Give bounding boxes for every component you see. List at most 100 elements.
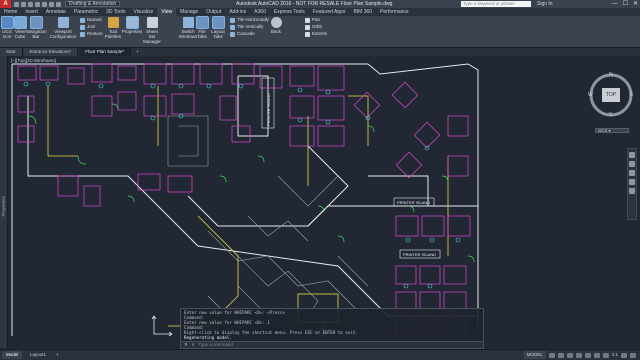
selection-cycling-icon[interactable] — [602, 352, 609, 358]
open-icon[interactable] — [21, 1, 26, 7]
new-icon[interactable] — [14, 1, 19, 7]
add-layout-button[interactable]: + — [52, 351, 63, 359]
cascade-button[interactable]: Cascade — [230, 31, 255, 37]
workstations — [17, 63, 469, 193]
ribbon-tabs: Home Insert Annotate Parametric 3D Tools Visu… — [0, 8, 640, 16]
view-cube[interactable]: TOP N S E W — [586, 72, 638, 124]
viewport-configuration-button[interactable]: Viewport Configuration — [50, 17, 76, 39]
ribbon-tab-a360[interactable]: A360 — [250, 8, 270, 16]
ribbon-tab-bim-360[interactable]: BIM 360 — [349, 8, 376, 16]
compass-west[interactable]: W — [588, 92, 593, 98]
annotation-scale[interactable]: 1:1 — [612, 351, 618, 359]
properties-palette-collapsed[interactable]: Properties — [0, 56, 8, 348]
layout-tabs-toggle[interactable]: Layout Tabs — [210, 17, 226, 39]
back-button[interactable]: Back — [270, 17, 282, 34]
file-tab-entrance-elevations[interactable]: Entrance Elevations* — [23, 48, 79, 56]
view-cube-button[interactable]: View Cube — [14, 17, 26, 39]
autocad-logo-button[interactable]: A — [0, 0, 11, 8]
orbit-nav-icon[interactable] — [629, 179, 635, 185]
plot-icon[interactable] — [42, 1, 47, 7]
save-as-icon[interactable] — [35, 1, 40, 7]
pan-hand-icon — [305, 17, 310, 23]
ribbon-tab-express-tools[interactable]: Express Tools — [270, 8, 309, 16]
pan-nav-icon[interactable] — [629, 161, 635, 167]
ribbon-tab-output[interactable]: Output — [202, 8, 225, 16]
ortho-icon[interactable] — [566, 352, 573, 358]
ribbon-tab-home[interactable]: Home — [0, 8, 21, 16]
steering-wheel-icon — [270, 17, 282, 28]
file-tabs-bar: Start Entrance Elevations* Floor Plan Sa… — [0, 48, 640, 56]
search-input[interactable]: Type a keyword or phrase — [461, 1, 531, 7]
extents-button[interactable]: Extents — [305, 31, 327, 37]
compass-south[interactable]: S — [609, 112, 612, 118]
ribbon-tab-visualize[interactable]: Visualize — [129, 8, 157, 16]
ucs-icon-button[interactable]: UCS Icon — [1, 17, 13, 39]
zoom-nav-icon[interactable] — [629, 170, 635, 176]
join-viewports-button[interactable]: Join — [80, 24, 95, 30]
restore-viewports-button[interactable]: Restore — [80, 31, 103, 37]
osnap-icon[interactable] — [584, 352, 591, 358]
switch-windows-icon — [182, 17, 194, 28]
compass-east[interactable]: E — [630, 92, 633, 98]
save-icon[interactable] — [28, 1, 33, 7]
file-tabs-toggle[interactable]: File Tabs — [196, 17, 208, 39]
viewcube-top-face[interactable]: TOP — [602, 88, 620, 102]
tile-vertically-button[interactable]: Tile Vertically — [230, 24, 263, 30]
command-close-icon[interactable]: ✕ — [184, 342, 188, 348]
wcs-dropdown[interactable]: WCS ▾ — [595, 128, 629, 133]
file-tab-start[interactable]: Start — [0, 48, 23, 56]
command-input[interactable]: ✕ ⌕ Type a command — [180, 341, 484, 349]
named-viewports-button[interactable]: Named — [80, 17, 102, 23]
properties-button[interactable]: Properties — [122, 17, 142, 34]
window-controls: — ☐ ✕ — [612, 0, 638, 8]
restore-icon — [80, 31, 85, 37]
model-space-toggle[interactable]: MODEL — [523, 351, 546, 359]
viewport-controls-label[interactable]: [–][Top][2D Wireframe] — [11, 58, 56, 63]
maximize-icon[interactable]: ☐ — [623, 0, 628, 8]
ribbon-tab-insert[interactable]: Insert — [21, 8, 42, 16]
ribbon-tab-view[interactable]: View — [157, 8, 177, 16]
ribbon-tab-add-ins[interactable]: Add-ins — [225, 8, 250, 16]
drawing-area[interactable]: PRINTER ISLAND PRINTER ISLAND PRINTER IS… — [8, 56, 640, 348]
sign-in-button[interactable]: Sign In — [537, 0, 553, 8]
new-tab-button[interactable]: + — [132, 48, 143, 56]
switch-windows-button[interactable]: Switch Windows — [179, 17, 197, 39]
polar-icon[interactable] — [575, 352, 582, 358]
grid-icon[interactable] — [548, 352, 555, 358]
ribbon-tab-performance[interactable]: Performance — [376, 8, 413, 16]
ribbon-tab-3d-tools[interactable]: 3D Tools — [102, 8, 129, 16]
sheet-set-icon — [146, 17, 158, 28]
navigation-bar-button[interactable]: Navigation Bar — [25, 17, 47, 39]
ribbon-tab-annotate[interactable]: Annotate — [42, 8, 70, 16]
tool-palettes-button[interactable]: Tool Palettes — [105, 17, 121, 39]
workspace-dropdown[interactable]: Drafting & Annotation — [65, 1, 121, 7]
close-icon[interactable]: ✕ — [633, 0, 638, 8]
undo-icon[interactable] — [49, 1, 54, 7]
steering-wheel-nav-icon[interactable] — [629, 152, 635, 158]
showmotion-nav-icon[interactable] — [629, 188, 635, 194]
ribbon-tab-manage[interactable]: Manage — [176, 8, 202, 16]
tab-layout1[interactable]: Layout1 — [26, 351, 50, 359]
file-tab-floor-plan[interactable]: Floor Plan Sample* — [79, 48, 132, 56]
command-search-icon[interactable]: ⌕ — [192, 342, 195, 348]
sheet-set-manager-button[interactable]: Sheet Set Manager — [143, 17, 161, 44]
tile-horizontally-button[interactable]: Tile Horizontally — [230, 17, 269, 23]
layout-tabs-icon — [212, 17, 224, 28]
navigation-bar-icon — [30, 17, 42, 28]
redo-icon[interactable] — [56, 1, 61, 7]
lineweight-icon[interactable] — [593, 352, 600, 358]
snap-icon[interactable] — [557, 352, 564, 358]
workspace-switch-icon[interactable] — [621, 352, 627, 358]
ribbon-panel: UCS Icon View Cube Navigation Bar Viewpo… — [0, 16, 640, 64]
file-tabs-icon — [196, 17, 208, 28]
orbit-button[interactable]: Orbit — [305, 24, 322, 30]
pan-button[interactable]: Pan — [305, 17, 320, 23]
floor-plan-drawing: PRINTER ISLAND PRINTER ISLAND PRINTER IS… — [11, 63, 479, 346]
minimize-icon[interactable]: — — [612, 0, 618, 8]
printer-island-b-label: PRINTER ISLAND — [403, 252, 436, 257]
tab-model[interactable]: Model — [2, 351, 23, 359]
ribbon-tab-parametric[interactable]: Parametric — [70, 8, 102, 16]
customize-icon[interactable] — [630, 352, 636, 358]
ribbon-tab-featured-apps[interactable]: Featured Apps — [309, 8, 350, 16]
compass-north[interactable]: N — [609, 72, 613, 78]
